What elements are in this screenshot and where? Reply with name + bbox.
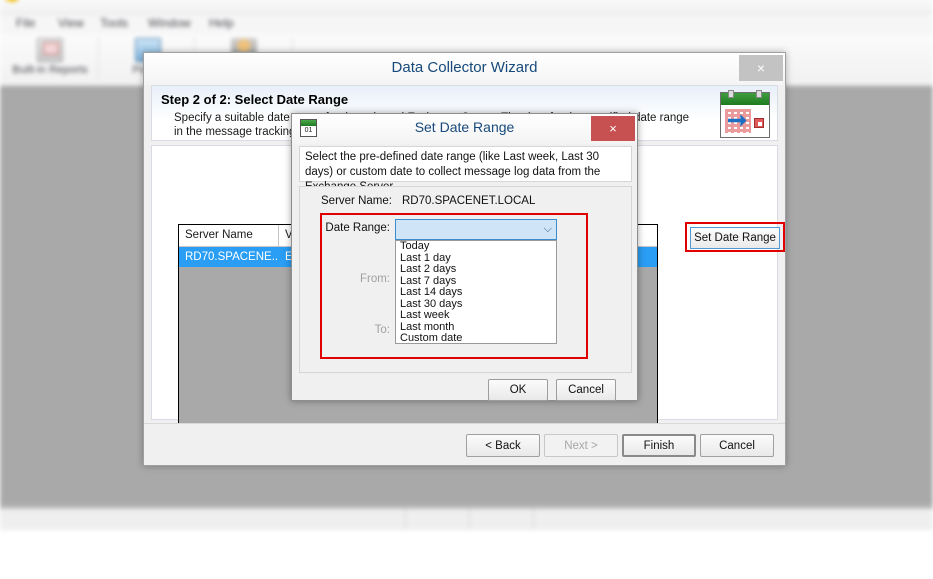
from-label: From: bbox=[359, 273, 390, 285]
chevron-down-icon: ⌵ bbox=[543, 223, 552, 235]
wizard-title: Data Collector Wizard bbox=[391, 59, 538, 76]
list-item[interactable]: Last 2 days bbox=[396, 263, 556, 276]
app-menu-bar bbox=[0, 14, 933, 34]
toolbar-divider-1 bbox=[98, 38, 99, 82]
set-date-range-dialog: 01 Set Date Range × Select the pre-defin… bbox=[291, 113, 638, 401]
toolbar-built-in-reports[interactable]: Built-in Reports bbox=[4, 38, 96, 76]
status-segment-1 bbox=[0, 509, 406, 529]
calendar-arrow-icon: ➞ bbox=[720, 90, 770, 138]
menu-item-window[interactable]: Window bbox=[148, 16, 191, 30]
screen: Admin Report Kit for Exchange Server (AR… bbox=[0, 0, 933, 579]
set-date-range-button[interactable]: Set Date Range bbox=[690, 227, 780, 249]
list-item[interactable]: Today bbox=[396, 241, 556, 253]
to-label: To: bbox=[374, 324, 390, 336]
wizard-footer: < Back Next > Finish Cancel bbox=[144, 423, 785, 465]
status-segment-4 bbox=[534, 509, 933, 529]
menu-item-help[interactable]: Help bbox=[209, 16, 234, 30]
next-button: Next > bbox=[544, 434, 618, 457]
dialog-footer: OK Cancel bbox=[292, 376, 637, 402]
dialog-close-button[interactable]: × bbox=[591, 116, 635, 141]
back-button[interactable]: < Back bbox=[466, 434, 540, 457]
status-segment-3 bbox=[470, 509, 534, 529]
set-date-range-highlight: Set Date Range bbox=[685, 222, 785, 252]
app-logo-icon bbox=[4, 0, 20, 2]
dialog-title-bar: 01 Set Date Range × bbox=[292, 114, 637, 144]
reports-icon bbox=[37, 38, 63, 62]
date-range-label: Date Range: bbox=[325, 222, 390, 234]
dialog-form-panel: Server Name: RD70.SPACENET.LOCAL Date Ra… bbox=[299, 186, 632, 373]
toolbar-built-in-reports-label: Built-in Reports bbox=[12, 64, 88, 76]
status-segment-2 bbox=[406, 509, 470, 529]
menu-item-file[interactable]: File bbox=[16, 16, 35, 30]
server-name-value: RD70.SPACENET.LOCAL bbox=[402, 195, 536, 207]
wizard-step-title: Step 2 of 2: Select Date Range bbox=[161, 92, 349, 107]
app-title-bar: Admin Report Kit for Exchange Server (AR… bbox=[0, 0, 933, 14]
ok-button[interactable]: OK bbox=[488, 379, 548, 401]
dialog-cancel-button[interactable]: Cancel bbox=[556, 379, 616, 401]
wizard-title-bar: Data Collector Wizard × bbox=[144, 53, 785, 85]
wizard-cancel-button[interactable]: Cancel bbox=[700, 434, 774, 457]
dialog-instructions: Select the pre-defined date range (like … bbox=[299, 146, 632, 193]
menu-item-view[interactable]: View bbox=[58, 16, 84, 30]
finish-button[interactable]: Finish bbox=[622, 434, 696, 457]
cell-server-name: RD70.SPACENE... bbox=[185, 251, 279, 263]
column-header-server-name[interactable]: Server Name bbox=[179, 225, 279, 246]
server-name-label: Server Name: bbox=[321, 195, 392, 207]
wizard-close-button[interactable]: × bbox=[739, 55, 783, 81]
date-range-combobox[interactable]: ⌵ bbox=[395, 219, 557, 240]
list-item[interactable]: Last week bbox=[396, 309, 556, 322]
menu-item-tools[interactable]: Tools bbox=[100, 16, 128, 30]
list-item[interactable]: Last 14 days bbox=[396, 286, 556, 299]
date-range-dropdown-list[interactable]: Today Last 1 day Last 2 days Last 7 days… bbox=[395, 240, 557, 344]
dialog-title: Set Date Range bbox=[414, 119, 515, 135]
list-item[interactable]: Custom date bbox=[396, 332, 556, 343]
